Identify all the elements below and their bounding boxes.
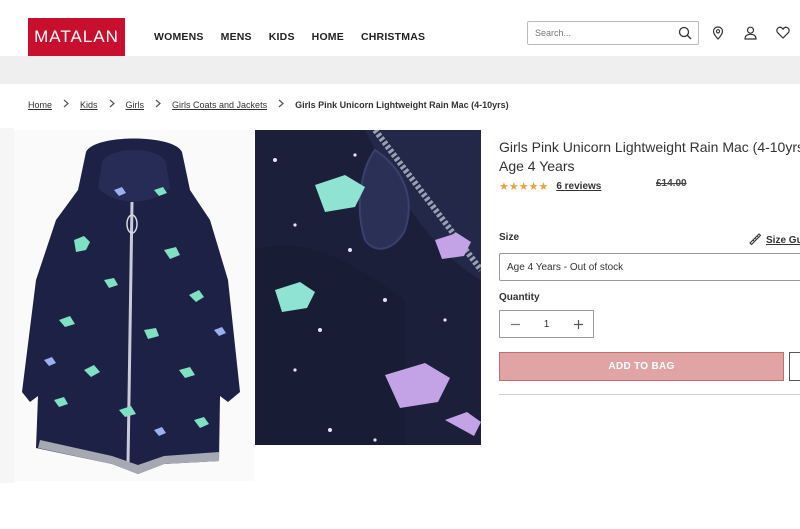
nav-womens[interactable]: WOMENS (154, 31, 204, 43)
nav-christmas[interactable]: CHRISTMAS (361, 31, 425, 43)
wishlist-icon[interactable] (776, 26, 790, 44)
site-header: MATALAN WOMENS MENS KIDS HOME CHRISTMAS (0, 0, 800, 56)
matalan-logo[interactable]: MATALAN (28, 18, 125, 56)
size-guide-label: Size Gu (766, 234, 800, 246)
product-rating: ★★★★★ 6 reviews (499, 180, 601, 193)
quantity-value[interactable]: 1 (530, 319, 563, 330)
quantity-label: Quantity (499, 292, 540, 303)
chevron-right-icon (61, 99, 71, 110)
size-select[interactable]: Age 4 Years - Out of stock (499, 253, 800, 281)
divider (499, 394, 800, 395)
breadcrumb-home[interactable]: Home (28, 100, 52, 110)
gallery-edge (0, 128, 14, 483)
breadcrumb: Home Kids Girls Girls Coats and Jackets … (28, 99, 509, 110)
store-locator-icon[interactable] (712, 26, 724, 45)
reviews-link[interactable]: 6 reviews (556, 181, 601, 192)
add-to-bag-button[interactable]: ADD TO BAG (499, 352, 784, 381)
nav-mens[interactable]: MENS (221, 31, 252, 43)
breadcrumb-kids[interactable]: Kids (80, 100, 98, 110)
search-box (527, 21, 699, 45)
star-rating-icon: ★★★★★ (499, 181, 549, 193)
nav-home[interactable]: HOME (312, 31, 344, 43)
product-title: Girls Pink Unicorn Lightweight Rain Mac … (499, 139, 800, 174)
breadcrumb-girls[interactable]: Girls (126, 100, 145, 110)
nav-kids[interactable]: KIDS (269, 31, 295, 43)
chevron-right-icon (153, 99, 163, 110)
promo-band (0, 56, 800, 84)
product-image-detail[interactable] (255, 130, 481, 445)
size-guide-link[interactable]: Size Gu (748, 232, 800, 248)
breadcrumb-coats[interactable]: Girls Coats and Jackets (172, 100, 267, 110)
account-icon[interactable] (744, 26, 757, 45)
breadcrumb-current: Girls Pink Unicorn Lightweight Rain Mac … (295, 99, 509, 110)
ruler-icon (748, 232, 762, 248)
quantity-stepper: 1 (499, 310, 594, 338)
search-icon[interactable] (678, 26, 692, 45)
save-for-later-button[interactable] (789, 352, 800, 381)
chevron-right-icon (107, 99, 117, 110)
product-price: £14.00 (656, 178, 687, 189)
size-label: Size (499, 232, 520, 243)
product-image-main[interactable] (14, 130, 254, 481)
main-nav: WOMENS MENS KIDS HOME CHRISTMAS (154, 31, 442, 43)
search-input[interactable] (528, 22, 668, 44)
quantity-minus-button[interactable] (500, 311, 530, 337)
quantity-plus-button[interactable] (563, 311, 593, 337)
chevron-right-icon (276, 99, 286, 110)
